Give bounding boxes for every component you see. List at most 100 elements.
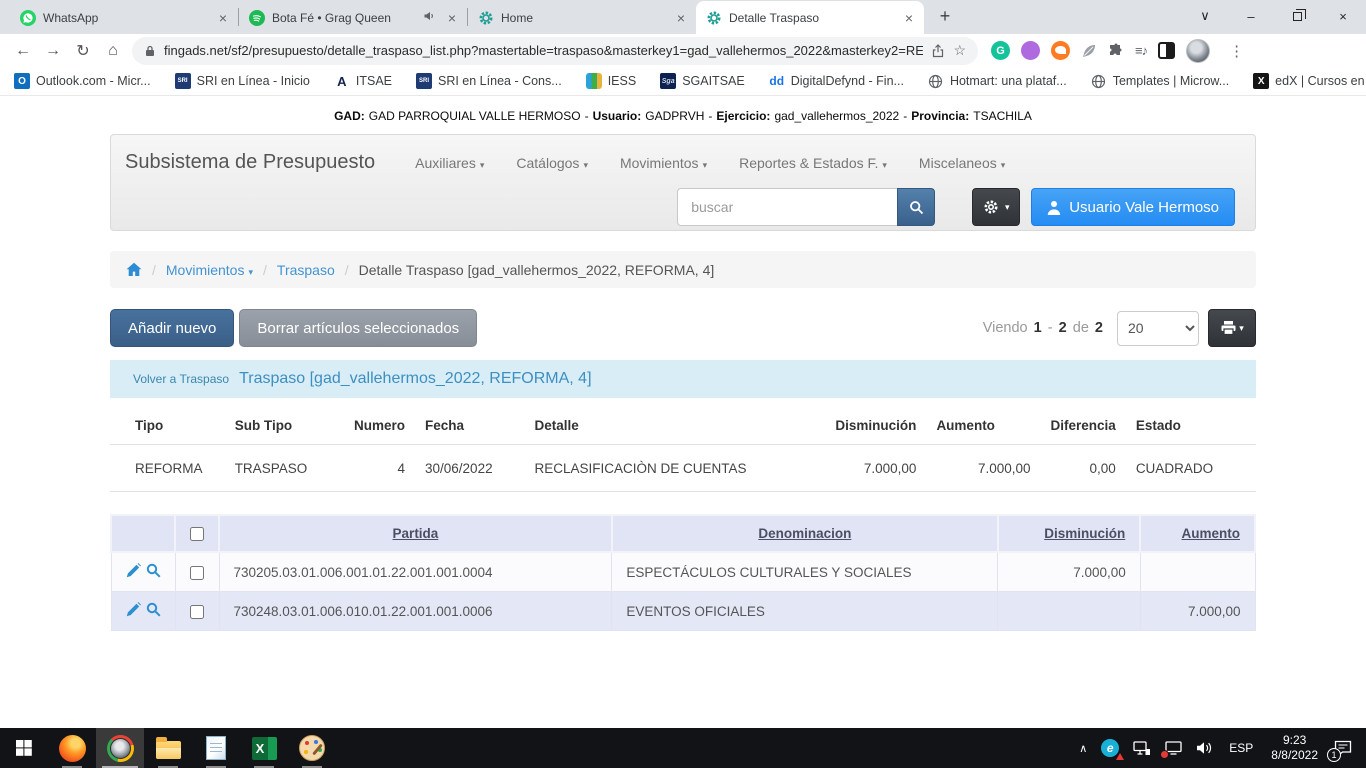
tab-close-icon[interactable]: × — [215, 10, 231, 26]
menu-reportes[interactable]: Reportes & Estados F.▾ — [723, 155, 903, 171]
taskbar-chrome[interactable] — [96, 728, 144, 768]
window-minimize-button[interactable]: – — [1228, 0, 1274, 32]
tab-detalle-traspaso[interactable]: Detalle Traspaso × — [696, 1, 924, 34]
taskbar-notepad[interactable] — [192, 728, 240, 768]
network-tray-icon[interactable] — [1126, 728, 1158, 768]
breadcrumb-movimientos[interactable]: Movimientos▾ — [166, 262, 253, 278]
taskbar-paint[interactable] — [288, 728, 336, 768]
darkreader-extension-icon[interactable] — [1158, 42, 1175, 59]
user-menu-button[interactable]: Usuario Vale Hermoso — [1031, 188, 1235, 226]
action-center-icon[interactable]: 1 — [1327, 728, 1366, 768]
bookmark-digitaldefynd[interactable]: ddDigitalDefynd - Fin... — [769, 73, 904, 89]
reload-button[interactable]: ↻ — [68, 36, 98, 66]
share-icon[interactable] — [931, 44, 945, 58]
bookmark-iess[interactable]: IESS — [586, 73, 637, 89]
menu-auxiliares[interactable]: Auxiliares▾ — [399, 155, 500, 171]
back-button[interactable]: ← — [8, 36, 38, 66]
sort-denominacion-link[interactable]: Denominacion — [758, 526, 851, 541]
fingads-gear-icon — [706, 10, 722, 26]
menu-movimientos[interactable]: Movimientos▾ — [604, 155, 723, 171]
bookmark-itsae[interactable]: AITSAE — [334, 73, 392, 89]
bookmark-sri-consultas[interactable]: SRISRI en Línea - Cons... — [416, 73, 562, 89]
iess-icon — [586, 73, 602, 89]
home-icon[interactable] — [126, 262, 142, 277]
edit-pencil-icon[interactable] — [126, 602, 141, 620]
time: 9:23 — [1271, 733, 1318, 748]
delete-selected-button[interactable]: Borrar artículos seleccionados — [239, 309, 477, 347]
bookmark-sgaitsae[interactable]: SgaSGAITSAE — [660, 73, 745, 89]
taskbar-firefox[interactable] — [48, 728, 96, 768]
viewing-to: 2 — [1059, 320, 1067, 336]
feather-extension-icon[interactable] — [1081, 43, 1097, 59]
menu-miscelaneos[interactable]: Miscelaneos▾ — [903, 155, 1021, 171]
add-new-button[interactable]: Añadir nuevo — [110, 309, 234, 347]
tab-search-chevron-icon[interactable]: ∨ — [1182, 0, 1228, 32]
volume-tray-icon[interactable] — [1189, 728, 1220, 768]
summary-header-row: Tipo Sub Tipo Numero Fecha Detalle Dismi… — [110, 406, 1256, 445]
profile-avatar[interactable] — [1186, 39, 1210, 63]
tab-close-icon[interactable]: × — [673, 10, 689, 26]
aumento-cell: 7.000,00 — [1140, 592, 1255, 631]
new-tab-button[interactable]: + — [932, 4, 958, 30]
extensions-puzzle-icon[interactable] — [1108, 43, 1124, 59]
back-to-traspaso-link[interactable]: Volver a Traspaso — [133, 372, 229, 386]
taskbar-excel[interactable]: X — [240, 728, 288, 768]
window-close-button[interactable]: × — [1320, 0, 1366, 32]
tab-audio-icon[interactable] — [423, 10, 437, 25]
tab-whatsapp[interactable]: WhatsApp × — [10, 1, 238, 34]
orange-extension-icon[interactable] — [1051, 41, 1070, 60]
breadcrumb-traspaso[interactable]: Traspaso — [277, 262, 335, 278]
eset-alert-badge — [1116, 753, 1124, 760]
tab-close-icon[interactable]: × — [901, 10, 917, 26]
edit-pencil-icon[interactable] — [126, 563, 141, 581]
menu-label: Movimientos — [620, 155, 699, 171]
grammarly-extension-icon[interactable]: G — [991, 41, 1010, 60]
browser-menu-icon[interactable]: ⋮ — [1229, 42, 1243, 60]
viewing-status: Viendo 1 - 2 de 2 — [983, 320, 1105, 336]
bookmark-sri-inicio[interactable]: SRISRI en Línea - Inicio — [175, 73, 310, 89]
print-button[interactable]: ▾ — [1208, 309, 1256, 347]
page-size-select[interactable]: 20 — [1117, 311, 1199, 346]
tab-close-icon[interactable]: × — [444, 10, 460, 26]
separator: - — [708, 109, 712, 123]
start-button[interactable] — [0, 728, 48, 768]
search-input[interactable] — [677, 188, 897, 226]
tray-expand-chevron-icon[interactable]: ∧ — [1072, 728, 1094, 768]
display-alert-tray-icon[interactable] — [1158, 728, 1189, 768]
chevron-down-icon: ▾ — [882, 160, 887, 170]
view-magnifier-icon[interactable] — [146, 602, 161, 620]
taskbar-file-explorer[interactable] — [144, 728, 192, 768]
bookmark-outlook[interactable]: OOutlook.com - Micr... — [14, 73, 151, 89]
sort-partida-link[interactable]: Partida — [393, 526, 439, 541]
select-all-checkbox[interactable] — [190, 527, 204, 541]
menu-catalogos[interactable]: Catálogos▾ — [500, 155, 604, 171]
row-checkbox[interactable] — [190, 605, 204, 619]
sort-disminucion-link[interactable]: Disminución — [1044, 526, 1125, 541]
tab-spotify[interactable]: Bota Fé • Grag Queen × — [239, 1, 467, 34]
row-checkbox[interactable] — [190, 566, 204, 580]
sub-tipo-cell: TRASPASO — [225, 445, 344, 492]
view-magnifier-icon[interactable] — [146, 563, 161, 581]
music-extension-icon[interactable]: ≡♪ — [1135, 43, 1147, 58]
eset-tray-icon[interactable]: e — [1094, 728, 1126, 768]
purple-cat-extension-icon[interactable] — [1021, 41, 1040, 60]
sort-aumento-link[interactable]: Aumento — [1182, 526, 1241, 541]
menu-label: Auxiliares — [415, 155, 476, 171]
search-button[interactable] — [897, 188, 935, 226]
forward-button[interactable]: → — [38, 36, 68, 66]
bookmark-hotmart[interactable]: Hotmart: una plataf... — [928, 73, 1067, 89]
browser-home-button[interactable]: ⌂ — [98, 36, 128, 66]
window-restore-button[interactable] — [1274, 0, 1320, 32]
settings-gear-button[interactable]: ▾ — [972, 188, 1020, 226]
bookmark-edx[interactable]: XedX | Cursos en líne... — [1253, 73, 1366, 89]
keyboard-language[interactable]: ESP — [1220, 741, 1262, 755]
whatsapp-icon — [20, 10, 36, 26]
bookmark-templates[interactable]: Templates | Microw... — [1091, 73, 1229, 89]
clock[interactable]: 9:23 8/8/2022 — [1262, 733, 1327, 763]
outlook-icon: O — [14, 73, 30, 89]
separator: - — [585, 109, 589, 123]
address-bar[interactable]: fingads.net/sf2/presupuesto/detalle_tras… — [132, 37, 978, 65]
partida-cell: 730205.03.01.006.001.01.22.001.001.0004 — [219, 552, 612, 592]
bookmark-star-icon[interactable]: ☆ — [953, 42, 966, 59]
tab-home[interactable]: Home × — [468, 1, 696, 34]
